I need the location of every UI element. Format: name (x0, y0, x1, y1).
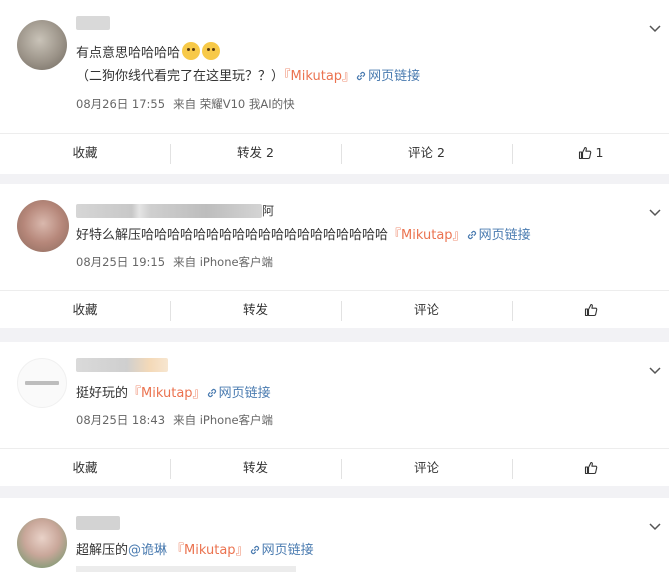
link-icon (467, 230, 476, 240)
thumbs-up-icon (578, 146, 591, 160)
post-text: 超解压的@诡琳 『Mikutap』 网页链接 (76, 541, 314, 561)
comment-button[interactable]: 评论 (341, 291, 512, 329)
web-link-label[interactable]: 网页链接 (262, 543, 314, 558)
post-meta: 08月25日 19:15 来自 iPhone客户端 (76, 254, 273, 270)
keyword-link[interactable]: Mikutap (401, 228, 453, 243)
repost-button[interactable]: 转发 (170, 449, 341, 487)
favorite-button[interactable]: 收藏 (0, 134, 170, 172)
post-text-line1: 有点意思哈哈哈哈 (76, 46, 181, 61)
like-button[interactable] (512, 449, 669, 487)
link-icon (356, 71, 366, 81)
feed-post: 挺好玩的『Mikutap』 网页链接 08月25日 18:43 来自 iPhone客… (0, 342, 669, 486)
web-link[interactable]: 网页链接 (355, 69, 420, 84)
post-text-prefix: 超解压的 (76, 543, 129, 558)
post-date[interactable]: 08月25日 19:15 (76, 255, 165, 269)
post-date[interactable]: 08月26日 17:55 (76, 97, 165, 111)
bracket-open: 『 (388, 228, 402, 243)
keyword-link[interactable]: Mikutap (291, 69, 343, 84)
username-blurred[interactable] (76, 358, 168, 372)
doge-emoji-icon (202, 42, 221, 60)
post-text: 挺好玩的『Mikutap』 网页链接 (76, 384, 271, 404)
web-link-label[interactable]: 网页链接 (219, 386, 271, 401)
avatar[interactable] (17, 518, 67, 568)
favorite-button[interactable]: 收藏 (0, 291, 170, 329)
bracket-open: 『 (128, 386, 142, 401)
comment-button[interactable]: 评论 2 (341, 134, 512, 172)
like-button[interactable] (512, 291, 669, 329)
post-meta: 08月25日 18:43 来自 iPhone客户端 (76, 412, 273, 428)
web-link[interactable]: 网页链接 (249, 543, 314, 558)
keyword-link[interactable]: Mikutap (184, 543, 236, 558)
post-meta: 08月26日 17:55 来自 荣耀V10 我AI的快 (76, 96, 295, 112)
post-text: 好特么解压哈哈哈哈哈哈哈哈哈哈哈哈哈哈哈哈哈哈哈『Mikutap』 网页链接 (76, 226, 531, 246)
web-link[interactable]: 网页链接 (206, 386, 271, 401)
chevron-down-icon[interactable] (649, 520, 661, 532)
link-icon (207, 388, 216, 398)
action-bar: 收藏 转发 评论 (0, 448, 669, 486)
web-link[interactable]: 网页链接 (466, 228, 531, 243)
avatar[interactable] (17, 20, 67, 70)
bracket-close: 』 (192, 386, 206, 401)
post-date[interactable]: 08月25日 18:43 (76, 413, 165, 427)
user-mention[interactable]: @诡琳 (128, 543, 167, 558)
feed-post: 有点意思哈哈哈哈 （二狗你线代看完了在这里玩？？）『Mikutap』 网页链接 0… (0, 0, 669, 174)
link-icon (250, 545, 259, 555)
web-link-label[interactable]: 网页链接 (368, 69, 420, 84)
thumbs-up-icon (584, 461, 597, 475)
post-text-line2: （二狗你线代看完了在这里玩？？）『Mikutap』 网页链接 (76, 67, 420, 87)
post-text-prefix: （二狗你线代看完了在这里玩？？） (76, 69, 285, 84)
chevron-down-icon[interactable] (649, 364, 661, 376)
post-source: 来自 iPhone客户端 (173, 413, 274, 427)
post-text-prefix: 好特么解压哈哈哈哈哈哈哈哈哈哈哈哈哈哈哈哈哈哈哈 (76, 228, 389, 243)
username-blurred[interactable] (76, 516, 120, 530)
username-tail[interactable]: 阿 (262, 201, 274, 221)
keyword-link[interactable]: Mikutap (141, 386, 193, 401)
favorite-button[interactable]: 收藏 (0, 449, 170, 487)
repost-button[interactable]: 转发 (170, 291, 341, 329)
username-blurred[interactable] (76, 16, 110, 30)
post-text: 有点意思哈哈哈哈 (76, 42, 221, 64)
post-meta-blurred (76, 566, 296, 572)
bracket-close: 』 (342, 69, 356, 84)
avatar[interactable] (17, 358, 67, 408)
post-text-prefix: 挺好玩的 (76, 386, 129, 401)
comment-button[interactable]: 评论 (341, 449, 512, 487)
bracket-open: 『 (171, 543, 185, 558)
action-bar: 收藏 转发 2 评论 2 1 (0, 133, 669, 171)
bracket-close: 』 (452, 228, 466, 243)
post-source: 来自 iPhone客户端 (173, 255, 274, 269)
thumbs-up-icon (584, 303, 597, 317)
like-button[interactable]: 1 (512, 134, 669, 172)
avatar[interactable] (17, 200, 69, 252)
like-count: 1 (595, 145, 604, 160)
post-source: 来自 荣耀V10 我AI的快 (173, 97, 295, 111)
doge-emoji-icon (182, 42, 201, 60)
username-blurred[interactable] (76, 204, 262, 218)
chevron-down-icon[interactable] (649, 206, 661, 218)
repost-button[interactable]: 转发 2 (170, 134, 341, 172)
web-link-label[interactable]: 网页链接 (479, 228, 531, 243)
feed-post: 阿 好特么解压哈哈哈哈哈哈哈哈哈哈哈哈哈哈哈哈哈哈哈『Mikutap』 网页链接 … (0, 184, 669, 328)
bracket-close: 』 (235, 543, 249, 558)
chevron-down-icon[interactable] (649, 22, 661, 34)
feed-post: 超解压的@诡琳 『Mikutap』 网页链接 (0, 498, 669, 572)
action-bar: 收藏 转发 评论 (0, 290, 669, 328)
